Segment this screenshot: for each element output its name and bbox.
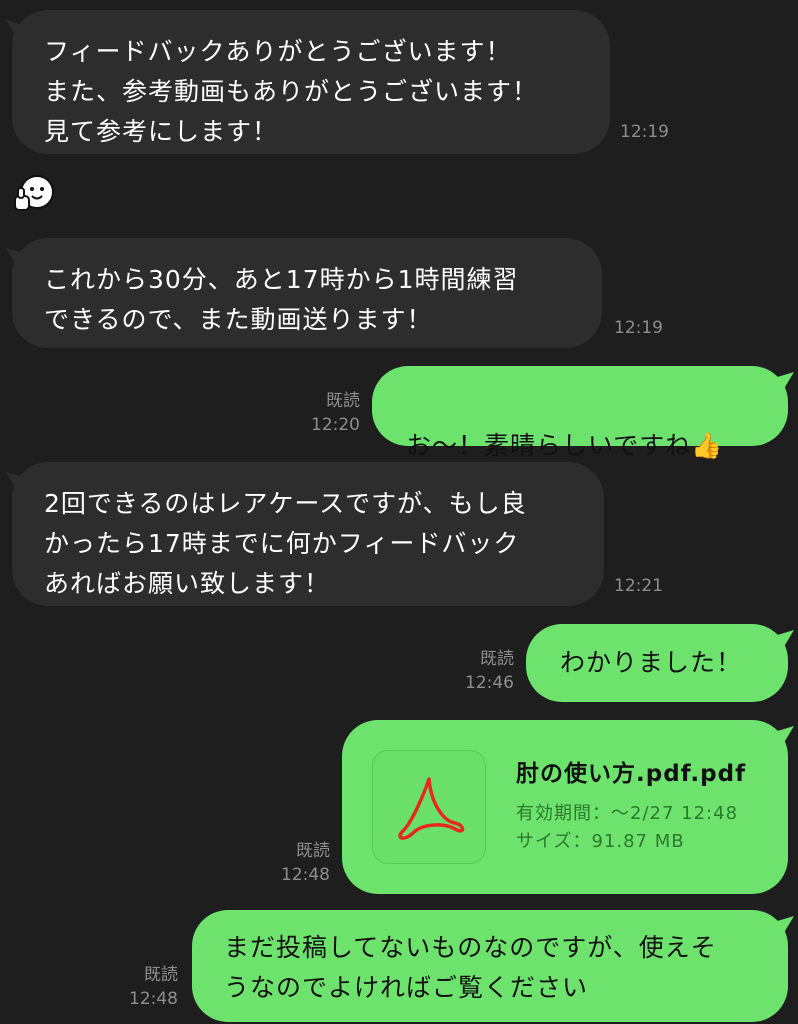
message-bubble-incoming[interactable]: フィードバックありがとうございます！ また、参考動画もありがとうございます！ 見… (12, 10, 610, 154)
message-text: お〜！素晴らしいですね (406, 431, 692, 460)
message-timestamp: 12:46 (465, 673, 514, 693)
pdf-icon (398, 777, 465, 840)
message-timestamp: 12:19 (620, 122, 669, 142)
message-bubble-incoming[interactable]: これから30分、あと17時から1時間練習 できるので、また動画送ります！ (12, 238, 602, 348)
message-timestamp: 12:19 (614, 318, 663, 338)
message-bubble-outgoing[interactable]: お〜！素晴らしいですね👍 (372, 366, 788, 460)
chat-thread: フィードバックありがとうございます！ また、参考動画もありがとうございます！ 見… (0, 0, 798, 1024)
file-thumbnail (372, 750, 486, 864)
message-bubble-incoming[interactable]: 2回できるのはレアケースですが、もし良 かったら17時までに何かフィードバック … (12, 462, 604, 606)
message-bubble-outgoing[interactable]: わかりました！ (526, 624, 788, 702)
read-receipt: 既読 (296, 841, 330, 861)
read-receipt: 既読 (326, 391, 360, 411)
message-timestamp: 12:48 (129, 989, 178, 1009)
message-timestamp: 12:21 (614, 576, 663, 596)
message-timestamp: 12:20 (311, 415, 360, 435)
read-receipt: 既読 (144, 965, 178, 985)
file-size: サイズ：91.87 MB (516, 831, 685, 852)
file-attachment-bubble[interactable]: 肘の使い方.pdf.pdf 有効期間：〜2/27 12:48 サイズ：91.87… (342, 720, 788, 894)
thumbs-up-icon: 👍 (691, 431, 724, 460)
message-timestamp: 12:48 (281, 865, 330, 885)
read-receipt: 既読 (480, 649, 514, 669)
file-name: 肘の使い方.pdf.pdf (516, 761, 747, 787)
thumbs-up-face-sticker[interactable] (12, 172, 56, 216)
message-bubble-outgoing[interactable]: まだ投稿してないものなのですが、使えそ うなのでよければご覧ください (192, 910, 788, 1022)
